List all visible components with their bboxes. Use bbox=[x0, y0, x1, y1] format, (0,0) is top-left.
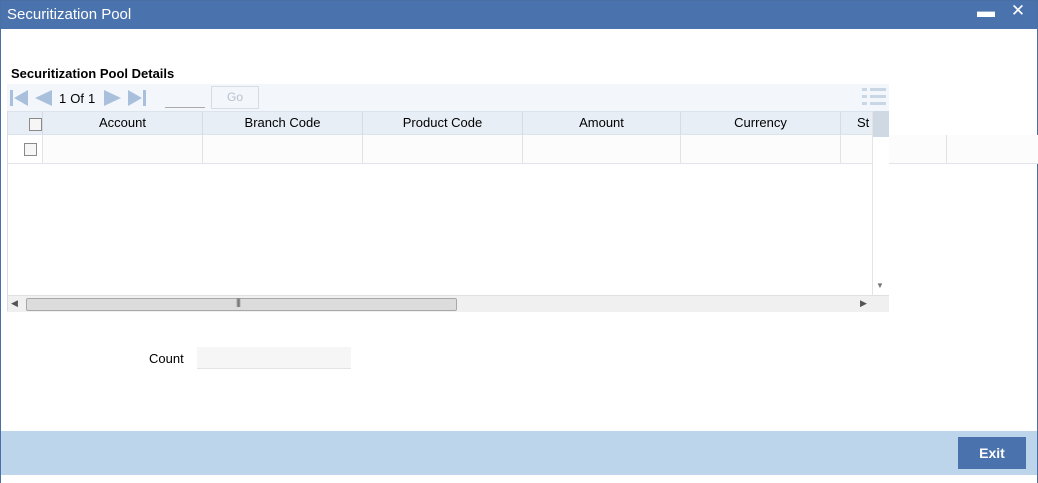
amount-cell[interactable] bbox=[523, 135, 681, 163]
row-select-cell bbox=[7, 135, 43, 163]
exit-button[interactable]: Exit bbox=[958, 437, 1026, 469]
table-header-row: Account Branch Code Product Code Amount … bbox=[7, 111, 889, 135]
product-code-cell[interactable] bbox=[363, 135, 523, 163]
branch-code-cell[interactable] bbox=[203, 135, 363, 163]
column-header-currency[interactable]: Currency bbox=[681, 112, 841, 134]
page-number-input[interactable] bbox=[165, 88, 205, 108]
horizontal-scroll-thumb[interactable]: ||| bbox=[26, 297, 457, 311]
minimize-button[interactable]: ▬ bbox=[976, 1, 996, 23]
previous-page-icon[interactable] bbox=[33, 88, 53, 108]
column-header-branch-code[interactable]: Branch Code bbox=[203, 112, 363, 134]
column-header-account[interactable]: Account bbox=[43, 112, 203, 134]
select-all-cell bbox=[7, 112, 43, 134]
next-page-icon[interactable] bbox=[103, 88, 123, 108]
grid-border bbox=[7, 111, 8, 311]
grip-icon: ||| bbox=[236, 297, 241, 307]
extra-cell[interactable] bbox=[947, 135, 1038, 163]
row-checkbox[interactable] bbox=[24, 143, 37, 156]
grid-toolbar: 1 Of 1 Go bbox=[7, 84, 889, 111]
select-all-checkbox[interactable] bbox=[29, 118, 42, 131]
first-page-icon[interactable] bbox=[9, 88, 29, 108]
status-cell[interactable] bbox=[841, 135, 947, 163]
currency-cell[interactable] bbox=[681, 135, 841, 163]
securitization-pool-window: Securitization Pool ▬ ✕ Securitization P… bbox=[0, 0, 1038, 483]
bottom-strip bbox=[1, 475, 1037, 483]
column-list-icon[interactable] bbox=[861, 86, 887, 108]
account-cell[interactable] bbox=[43, 135, 203, 163]
vertical-scroll-thumb[interactable] bbox=[873, 111, 889, 137]
close-button[interactable]: ✕ bbox=[1008, 1, 1028, 23]
section-title: Securitization Pool Details bbox=[11, 66, 175, 81]
go-button[interactable]: Go bbox=[211, 86, 259, 109]
scroll-right-icon[interactable]: ▶ bbox=[860, 298, 867, 309]
pool-details-grid: 1 Of 1 Go Account Branch Code Product Co… bbox=[7, 84, 1038, 312]
scroll-left-icon[interactable]: ◀ bbox=[11, 298, 18, 309]
column-header-amount[interactable]: Amount bbox=[523, 112, 681, 134]
count-label: Count bbox=[149, 351, 184, 366]
current-page: 1 bbox=[59, 91, 67, 106]
page-of-label: Of bbox=[70, 91, 84, 106]
vertical-scrollbar[interactable]: ▼ bbox=[872, 111, 889, 295]
scroll-down-icon[interactable]: ▼ bbox=[876, 281, 884, 290]
count-field[interactable] bbox=[197, 347, 351, 369]
window-title: Securitization Pool bbox=[7, 6, 132, 23]
last-page-icon[interactable] bbox=[127, 88, 147, 108]
footer-bar: Exit bbox=[1, 431, 1037, 475]
title-bar: Securitization Pool ▬ ✕ bbox=[1, 1, 1037, 29]
column-header-product-code[interactable]: Product Code bbox=[363, 112, 523, 134]
horizontal-scrollbar[interactable]: ◀ ||| ▶ bbox=[7, 295, 889, 312]
total-pages: 1 bbox=[87, 91, 96, 106]
page-info: 1 Of 1 bbox=[59, 91, 99, 106]
